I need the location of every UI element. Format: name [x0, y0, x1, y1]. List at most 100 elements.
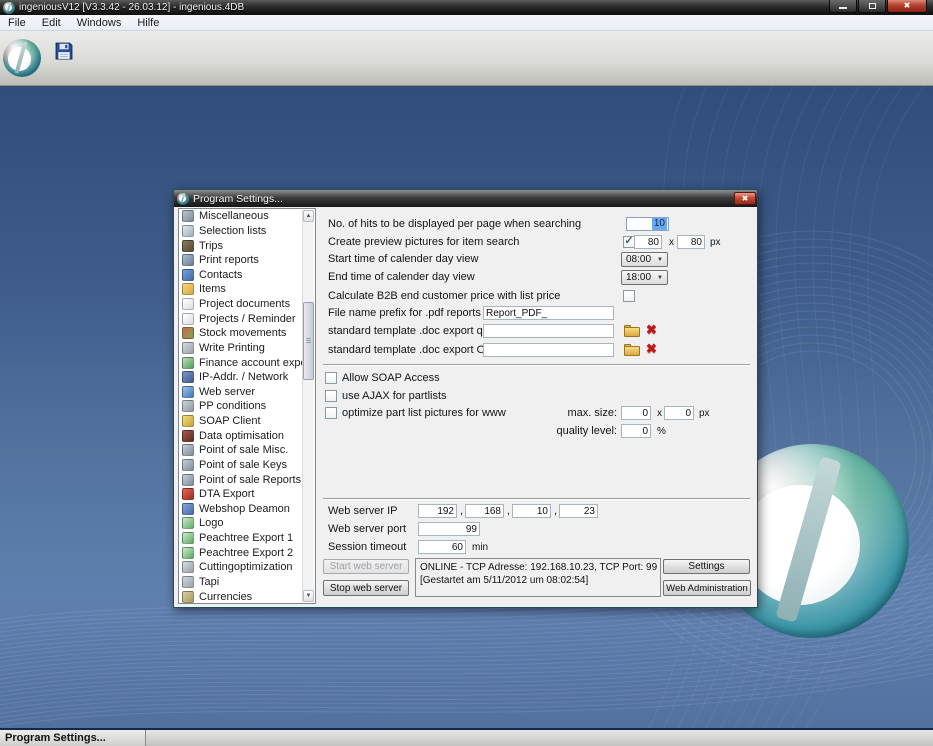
boxes-icon [182, 327, 194, 340]
tools-icon [182, 210, 194, 223]
session-timeout-label: Session timeout [328, 541, 407, 553]
app-window: ingeniousV12 [V3.3.42 - 26.03.12] - inge… [0, 0, 933, 746]
min-label: min [472, 542, 489, 553]
dialog-titlebar[interactable]: Program Settings... [174, 190, 757, 207]
sidebar-item[interactable]: Projects / Reminder [179, 311, 315, 326]
menu-bar: File Edit Windows Hilfe [0, 15, 933, 31]
web-administration-button[interactable]: Web Administration [663, 580, 751, 596]
printer-gray-icon [182, 341, 194, 354]
scrollbar-thumb[interactable]: ☰ [303, 302, 314, 380]
clear-icon[interactable]: ✖ [646, 323, 657, 337]
menu-edit[interactable]: Edit [34, 15, 69, 31]
taskbar-item-program-settings[interactable]: Program Settings... [0, 730, 146, 746]
ip-octet2-input[interactable] [465, 504, 504, 518]
settings-category-list: Miscellaneous Selection lists Trips Prin… [178, 208, 316, 604]
dialog-close-button[interactable]: ✖ [734, 192, 756, 205]
preview-label: Create preview pictures for item search [328, 236, 520, 248]
preview-height-input[interactable] [677, 235, 705, 249]
max-height-input[interactable] [664, 406, 694, 420]
sidebar-item[interactable]: Peachtree Export 1 [179, 531, 315, 546]
sidebar-item[interactable]: DTA Export [179, 487, 315, 502]
pdf-prefix-input[interactable] [483, 306, 614, 320]
sidebar-item[interactable]: Selection lists [179, 224, 315, 239]
end-time-dropdown[interactable]: 18:00 ▼ [621, 270, 668, 285]
session-timeout-input[interactable] [418, 540, 466, 554]
b2b-checkbox[interactable] [623, 290, 635, 302]
document-icon [182, 298, 194, 311]
menu-windows[interactable]: Windows [69, 15, 130, 31]
maximize-button[interactable] [858, 0, 886, 13]
chevron-down-icon: ▼ [657, 256, 663, 263]
chevron-down-icon: ▼ [657, 274, 663, 281]
stop-web-server-button[interactable]: Stop web server [323, 580, 409, 596]
close-icon: ✖ [903, 1, 911, 10]
x-label: x [669, 237, 674, 248]
sidebar-item[interactable]: Contacts [179, 268, 315, 283]
end-time-value: 18:00 [626, 272, 652, 283]
quality-label: quality level: [556, 425, 617, 437]
separator [323, 364, 750, 366]
scroll-down-icon[interactable]: ▼ [303, 590, 314, 602]
trips-icon [182, 239, 194, 252]
dialog-title: Program Settings... [193, 192, 283, 205]
start-time-dropdown[interactable]: 08:00 ▼ [621, 252, 668, 267]
sidebar-item[interactable]: PP conditions [179, 399, 315, 414]
preview-width-input[interactable] [634, 235, 662, 249]
optimize-pictures-checkbox[interactable] [325, 407, 337, 419]
end-time-label: End time of calender day view [328, 271, 475, 283]
sidebar-item[interactable]: Data optimisation [179, 428, 315, 443]
ip-octet4-input[interactable] [559, 504, 598, 518]
sidebar-item[interactable]: Point of sale Reports [179, 472, 315, 487]
save-icon[interactable] [55, 42, 73, 60]
sidebar-item[interactable]: Logo [179, 516, 315, 531]
minimize-button[interactable] [829, 0, 857, 13]
sidebar-item[interactable]: Point of sale Keys [179, 458, 315, 473]
sidebar-item[interactable]: Trips [179, 238, 315, 253]
clear-icon[interactable]: ✖ [646, 342, 657, 356]
menu-file[interactable]: File [0, 15, 34, 31]
sidebar-item[interactable]: Print reports [179, 253, 315, 268]
allow-soap-checkbox[interactable] [325, 372, 337, 384]
list-scrollbar[interactable]: ▲ ☰ ▼ [302, 210, 314, 602]
sidebar-item[interactable]: Web server [179, 385, 315, 400]
sidebar-item[interactable]: Webshop Deamon [179, 502, 315, 517]
hits-value: 10 [651, 218, 667, 230]
sidebar-item[interactable]: Cuttingoptimization [179, 560, 315, 575]
percent-label: % [657, 426, 666, 437]
close-button[interactable]: ✖ [887, 0, 927, 13]
soap-icon [182, 415, 194, 428]
oc-template-input[interactable] [483, 343, 614, 357]
sidebar-item[interactable]: Miscellaneous [179, 209, 315, 224]
ip-octet3-input[interactable] [512, 504, 551, 518]
folder-browse-icon[interactable] [624, 325, 640, 337]
phone-icon [182, 575, 194, 588]
ip-octet1-input[interactable] [418, 504, 457, 518]
sidebar-item[interactable]: IP-Addr. / Network [179, 370, 315, 385]
sidebar-item[interactable]: Peachtree Export 2 [179, 545, 315, 560]
sidebar-item[interactable]: Stock movements [179, 326, 315, 341]
pos-icon [182, 444, 194, 457]
quality-input[interactable] [621, 424, 651, 438]
pos-icon [182, 458, 194, 471]
folder-browse-icon[interactable] [624, 344, 640, 356]
dialog-icon [177, 192, 189, 205]
sidebar-item[interactable]: Point of sale Misc. [179, 443, 315, 458]
sidebar-item[interactable]: Project documents [179, 297, 315, 312]
hits-input[interactable]: 10 [626, 217, 669, 231]
x-label: x [657, 408, 662, 419]
scroll-up-icon[interactable]: ▲ [303, 210, 314, 222]
sidebar-item[interactable]: Write Printing [179, 341, 315, 356]
quotation-template-input[interactable] [483, 324, 614, 338]
sidebar-item[interactable]: Finance account export [179, 355, 315, 370]
sidebar-item[interactable]: Tapi [179, 575, 315, 590]
sidebar-item[interactable]: SOAP Client [179, 414, 315, 429]
menu-hilfe[interactable]: Hilfe [129, 15, 167, 31]
ajax-checkbox[interactable] [325, 390, 337, 402]
sidebar-item[interactable]: Items [179, 282, 315, 297]
settings-button[interactable]: Settings [663, 559, 750, 574]
status-line1: ONLINE - TCP Adresse: 192.168.10.23, TCP… [420, 562, 658, 573]
web-port-input[interactable] [418, 522, 480, 536]
max-width-input[interactable] [621, 406, 651, 420]
sidebar-item[interactable]: Currencies [179, 589, 315, 603]
start-web-server-button[interactable]: Start web server [323, 559, 409, 574]
